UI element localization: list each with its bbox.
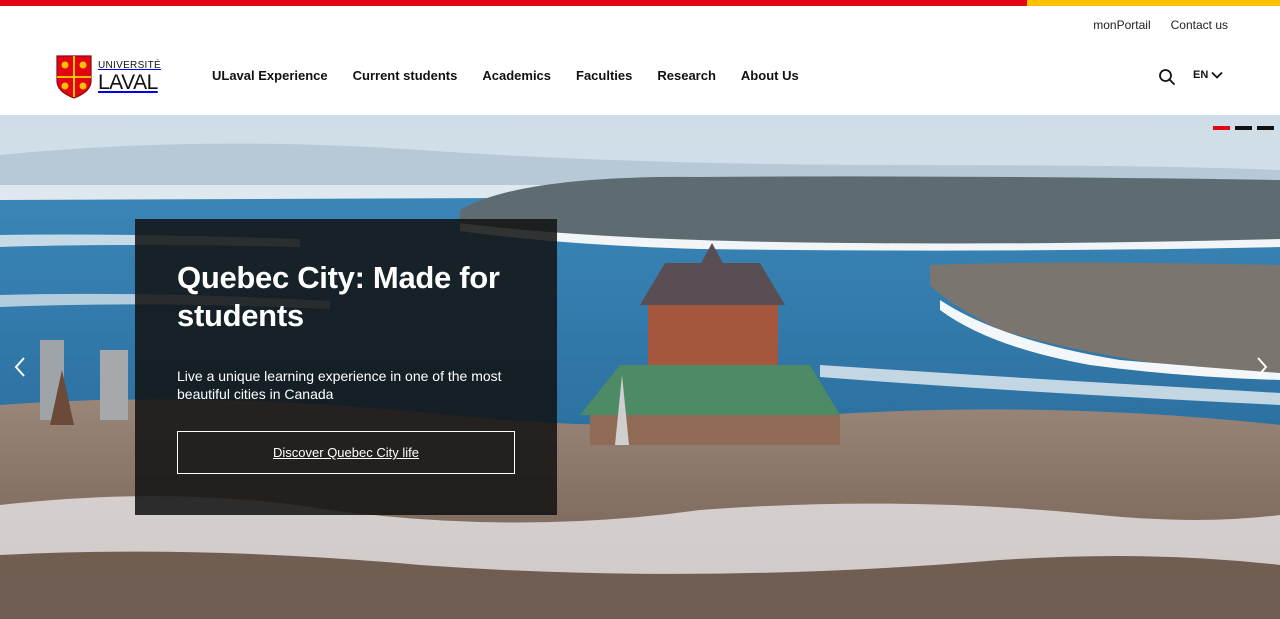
shield-crest-icon	[56, 54, 92, 99]
hero-description: Live a unique learning experience in one…	[177, 368, 502, 402]
hero-title: Quebec City: Made for students	[177, 260, 500, 333]
brand-bar-red	[0, 0, 1027, 6]
search-button[interactable]	[1158, 68, 1176, 86]
chevron-right-icon	[1257, 357, 1268, 377]
utility-link-contact[interactable]: Contact us	[1171, 18, 1228, 32]
logo-word-laval: LAVAL	[98, 70, 158, 94]
utility-link-monportail[interactable]: monPortail	[1093, 18, 1150, 32]
carousel-dot-3[interactable]	[1257, 126, 1274, 130]
site-header: UNIVERSITÉ LAVAL ULaval Experience Curre…	[0, 38, 1280, 115]
chevron-left-icon	[14, 357, 25, 377]
nav-faculties[interactable]: Faculties	[576, 68, 632, 83]
carousel-dot-1[interactable]	[1213, 126, 1230, 130]
carousel-indicators	[1213, 126, 1274, 130]
nav-academics[interactable]: Academics	[482, 68, 551, 83]
chevron-down-icon	[1211, 71, 1223, 79]
nav-ulaval-experience[interactable]: ULaval Experience	[212, 68, 328, 83]
nav-about-us[interactable]: About Us	[741, 68, 799, 83]
carousel-next-button[interactable]	[1252, 355, 1272, 379]
language-selector[interactable]: EN	[1193, 69, 1223, 81]
site-logo[interactable]: UNIVERSITÉ LAVAL	[56, 54, 166, 99]
language-current: EN	[1193, 69, 1209, 81]
search-icon	[1159, 69, 1175, 85]
carousel-dot-2[interactable]	[1235, 126, 1252, 130]
utility-nav: monPortail Contact us	[1093, 18, 1228, 32]
hero-cta-button[interactable]: Discover Quebec City life	[177, 431, 515, 474]
nav-research[interactable]: Research	[657, 68, 716, 83]
brand-color-bar	[0, 0, 1280, 6]
nav-current-students[interactable]: Current students	[353, 68, 458, 83]
carousel-prev-button[interactable]	[10, 355, 30, 379]
logo-wordmark: UNIVERSITÉ LAVAL	[98, 59, 162, 94]
brand-bar-gold	[1027, 0, 1280, 6]
main-nav: ULaval Experience Current students Acade…	[212, 68, 824, 83]
logo-word-universite: UNIVERSITÉ	[98, 59, 162, 71]
hero-card: Quebec City: Made for students Live a un…	[135, 219, 557, 515]
hero-carousel: Quebec City: Made for students Live a un…	[0, 115, 1280, 619]
